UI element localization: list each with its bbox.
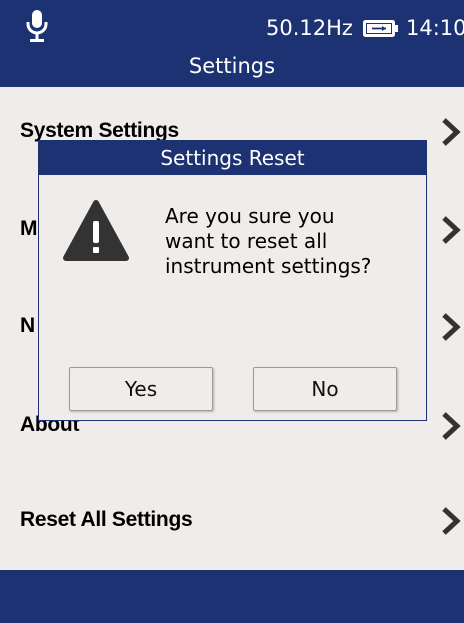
app-header: 50.12Hz 14:10 Settings [0, 0, 464, 87]
footer-bar [0, 570, 464, 623]
dialog-message-line: instrument settings? [165, 254, 372, 278]
chevron-right-icon [442, 313, 461, 341]
menu-item-reset-all-settings[interactable]: Reset All Settings [0, 491, 464, 551]
no-button[interactable]: No [253, 367, 397, 411]
menu-item-label: M [20, 217, 38, 240]
dialog-title: Settings Reset [39, 141, 426, 175]
dialog-message: Are you sure you want to reset all instr… [165, 204, 415, 279]
dialog-message-line: Are you sure you [165, 204, 335, 228]
yes-button[interactable]: Yes [69, 367, 213, 411]
settings-reset-dialog: Settings Reset Are you sure you want to … [38, 140, 427, 421]
battery-charging-icon [363, 20, 398, 37]
frequency-readout: 50.12Hz [266, 16, 353, 40]
menu-item-label: Reset All Settings [20, 508, 193, 531]
page-title: Settings [188, 54, 276, 78]
chevron-right-icon [442, 216, 461, 244]
warning-icon [63, 200, 129, 261]
chevron-right-icon [442, 118, 461, 146]
dialog-message-line: want to reset all [165, 229, 328, 253]
microphone-icon[interactable] [26, 10, 48, 44]
menu-item-label: N [20, 314, 35, 337]
clock: 14:10 [406, 16, 464, 40]
chevron-right-icon [442, 507, 461, 535]
chevron-right-icon [442, 412, 461, 440]
